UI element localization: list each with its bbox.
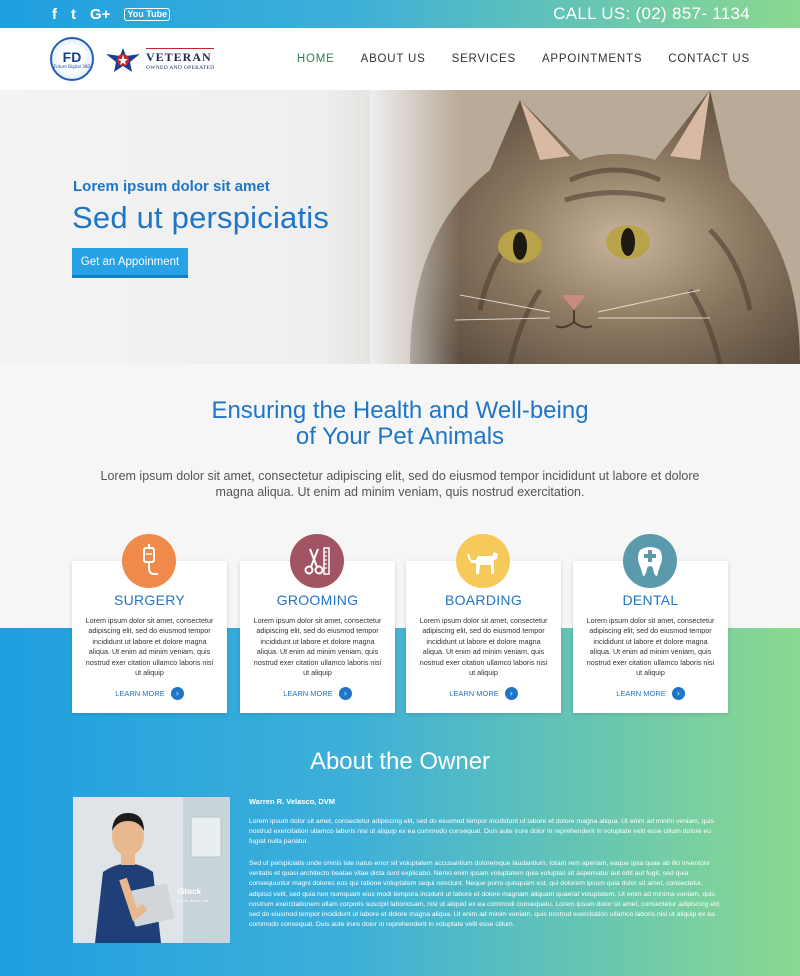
service-title: BOARDING [444, 592, 523, 608]
hero-title: Sed ut perspiciatis [72, 200, 330, 235]
logos: FD Future Digital 360 VETERAN OWNED AND … [50, 37, 215, 81]
owner-photo: iStock Credit: Edwin Tan [73, 797, 230, 943]
intro-text: Lorem ipsum dolor sit amet, consectetur … [100, 469, 700, 500]
learn-more-label: LEARN MORE [283, 689, 333, 698]
arrow-right-icon: › [170, 687, 184, 700]
owner-bio-paragraph-1: Lorem ipsum dolor sit amet, consectetur … [249, 818, 715, 846]
veterinarian-illustration [73, 797, 230, 943]
call-us-phone[interactable]: CALL US: (02) 857- 1134 [553, 4, 750, 24]
youtube-icon[interactable]: You Tube [124, 7, 171, 21]
iv-drip-icon [122, 534, 176, 588]
hero-subtitle: Lorem ipsum dolor sit amet [73, 178, 270, 195]
learn-more-label: LEARN MORE [115, 689, 165, 698]
service-title: DENTAL [622, 592, 679, 608]
service-text: Lorem ipsum dolor sit amet, consectetur … [85, 616, 214, 678]
nav-contact-us[interactable]: CONTACT US [668, 53, 750, 65]
intro-title: Ensuring the Health and Well-being of Yo… [0, 398, 800, 449]
arrow-right-icon: › [504, 687, 518, 700]
veteran-wings-icon [106, 48, 140, 72]
twitter-icon[interactable]: t [71, 7, 76, 22]
learn-more-link[interactable]: LEARN MORE › [406, 687, 561, 700]
scissors-comb-icon [290, 534, 344, 588]
learn-more-link[interactable]: LEARN MORE › [240, 687, 395, 700]
learn-more-link[interactable]: LEARN MORE › [573, 687, 728, 700]
intro-title-line1: Ensuring the Health and Well-being [211, 397, 589, 424]
hero-banner: Lorem ipsum dolor sit amet Sed ut perspi… [0, 90, 800, 364]
intro-title-line2: of Your Pet Animals [295, 422, 505, 450]
photo-credit: Credit: Edwin Tan [177, 898, 209, 903]
logo-fd-subtext: Future Digital 360 [54, 63, 90, 69]
future-digital-logo[interactable]: FD Future Digital 360 [50, 37, 94, 81]
photo-watermark: iStock [177, 887, 202, 896]
social-links: f t G+ You Tube [52, 7, 171, 22]
tooth-icon [623, 534, 677, 588]
arrow-right-icon: › [671, 687, 685, 700]
nav-about-us[interactable]: ABOUT US [361, 53, 426, 65]
learn-more-label: LEARN MORE [449, 689, 499, 698]
google-plus-icon[interactable]: G+ [90, 7, 110, 22]
top-bar: f t G+ You Tube CALL US: (02) 857- 1134 [0, 0, 800, 28]
site-header: FD Future Digital 360 VETERAN OWNED AND … [0, 28, 800, 90]
arrow-right-icon: › [338, 687, 352, 700]
nav-home[interactable]: HOME [297, 53, 335, 65]
facebook-icon[interactable]: f [52, 7, 57, 22]
veteran-title: VETERAN [146, 47, 215, 65]
service-text: Lorem ipsum dolor sit amet, consectetur … [586, 616, 715, 678]
service-text: Lorem ipsum dolor sit amet, consectetur … [419, 616, 548, 678]
logo-fd-text: FD [62, 48, 82, 65]
nav-services[interactable]: SERVICES [452, 53, 516, 65]
nav-appointments[interactable]: APPOINTMENTS [542, 53, 642, 65]
owner-name: Warren R. Velasco, DVM [249, 797, 336, 806]
main-nav: HOME ABOUT US SERVICES APPOINTMENTS CONT… [297, 53, 750, 65]
service-title: GROOMING [276, 592, 359, 608]
service-text: Lorem ipsum dolor sit amet, consectetur … [253, 616, 382, 678]
owner-bio-paragraph-2: Sed ut perspiciatis unde omnis iste natu… [249, 860, 721, 929]
learn-more-link[interactable]: LEARN MORE › [72, 687, 227, 700]
get-appointment-button[interactable]: Get an Appoinment [72, 248, 188, 278]
about-title: About the Owner [309, 748, 491, 775]
service-title: SURGERY [113, 592, 186, 608]
dog-icon [456, 534, 510, 588]
learn-more-label: LEARN MORE [616, 689, 666, 698]
veteran-logo: VETERAN OWNED AND OPERATED [104, 44, 215, 74]
veteran-subtitle: OWNED AND OPERATED [146, 64, 215, 71]
cat-photo [370, 90, 800, 364]
